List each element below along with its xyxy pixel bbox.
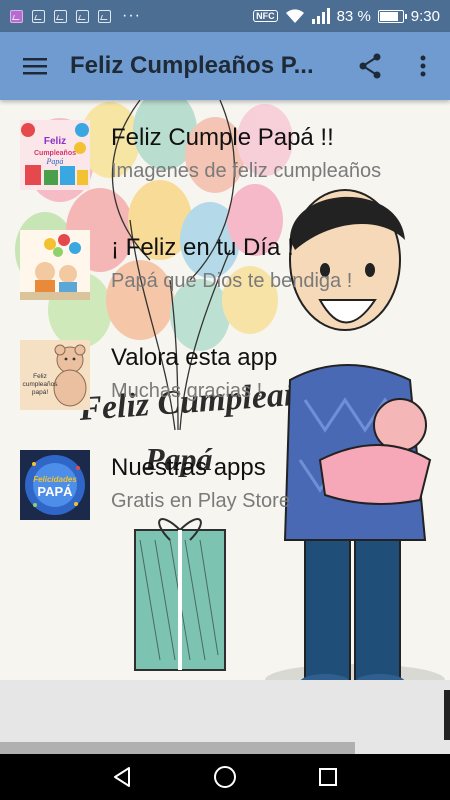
image-notification-icon xyxy=(76,9,89,23)
image-notification-icon xyxy=(32,9,45,23)
list-item-feliz-dia[interactable]: ¡ Feliz en tu Día ! Papá que Dios te ben… xyxy=(0,220,450,310)
svg-text:Felicidades: Felicidades xyxy=(33,475,77,484)
wifi-icon xyxy=(285,9,304,23)
list-item-subtitle: Imagenes de feliz cumpleaños xyxy=(111,160,382,182)
svg-text:Feliz: Feliz xyxy=(33,373,47,380)
list-item-title: Feliz Cumple Papá !! xyxy=(111,124,334,151)
battery-percent: 83 % xyxy=(336,7,371,25)
svg-text:Feliz: Feliz xyxy=(44,136,66,147)
bear-card-thumbnail: Feliz cumpleaños papá! xyxy=(20,340,90,410)
svg-text:papá!: papá! xyxy=(32,389,48,396)
more-notifications-icon: ··· xyxy=(122,7,141,24)
share-icon[interactable] xyxy=(350,46,390,86)
list-item-feliz-cumple[interactable]: Feliz Cumpleaños Papá Feliz Cumple Papá … xyxy=(0,110,450,200)
app-bar: Feliz Cumpleaños P... xyxy=(0,32,450,100)
recents-square-icon[interactable] xyxy=(308,757,348,797)
svg-text:PAPÁ: PAPÁ xyxy=(37,484,73,499)
list-item-subtitle: Gratis en Play Store xyxy=(111,490,290,512)
svg-text:Cumpleaños: Cumpleaños xyxy=(34,150,76,157)
felicidades-badge-thumbnail: Felicidades PAPÁ xyxy=(20,450,90,520)
image-notification-icon xyxy=(98,9,111,23)
kids-balloons-thumbnail xyxy=(20,230,90,300)
page-title: Feliz Cumpleaños P... xyxy=(70,52,314,79)
horizontal-scrollbar[interactable] xyxy=(0,742,355,754)
battery-icon xyxy=(377,9,407,23)
list-item-valora-app[interactable]: Feliz cumpleaños papá! Valora esta app M… xyxy=(0,330,450,420)
gallery-notification-icon xyxy=(10,9,23,23)
svg-text:cumpleaños: cumpleaños xyxy=(22,381,58,388)
svg-text:Papá: Papá xyxy=(46,157,64,166)
hamburger-menu-icon[interactable] xyxy=(0,32,70,100)
birthday-card-thumbnail: Feliz Cumpleaños Papá xyxy=(20,120,90,190)
status-bar: ··· NFC 83 % 9:30 xyxy=(0,0,450,32)
list-item-title: Nuestras apps xyxy=(111,454,266,481)
notification-icons: ··· xyxy=(10,8,141,24)
system-navigation-bar xyxy=(0,754,450,800)
clock: 9:30 xyxy=(410,7,440,25)
list-item-subtitle: Papá que Dios te bendiga ! xyxy=(111,270,353,292)
image-notification-icon xyxy=(54,9,67,23)
nfc-icon: NFC xyxy=(253,10,278,22)
list-item-subtitle: Muchas gracias ! xyxy=(111,380,263,402)
signal-icon xyxy=(311,8,330,24)
vertical-scrollbar[interactable] xyxy=(444,690,450,740)
back-triangle-icon[interactable] xyxy=(102,757,142,797)
list-item-title: Valora esta app xyxy=(111,344,278,371)
home-circle-icon[interactable] xyxy=(205,757,245,797)
more-vert-icon[interactable] xyxy=(405,46,441,86)
list-item-nuestras-apps[interactable]: Felicidades PAPÁ Nuestras apps Gratis en… xyxy=(0,440,450,530)
list-item-title: ¡ Feliz en tu Día ! xyxy=(111,234,294,261)
